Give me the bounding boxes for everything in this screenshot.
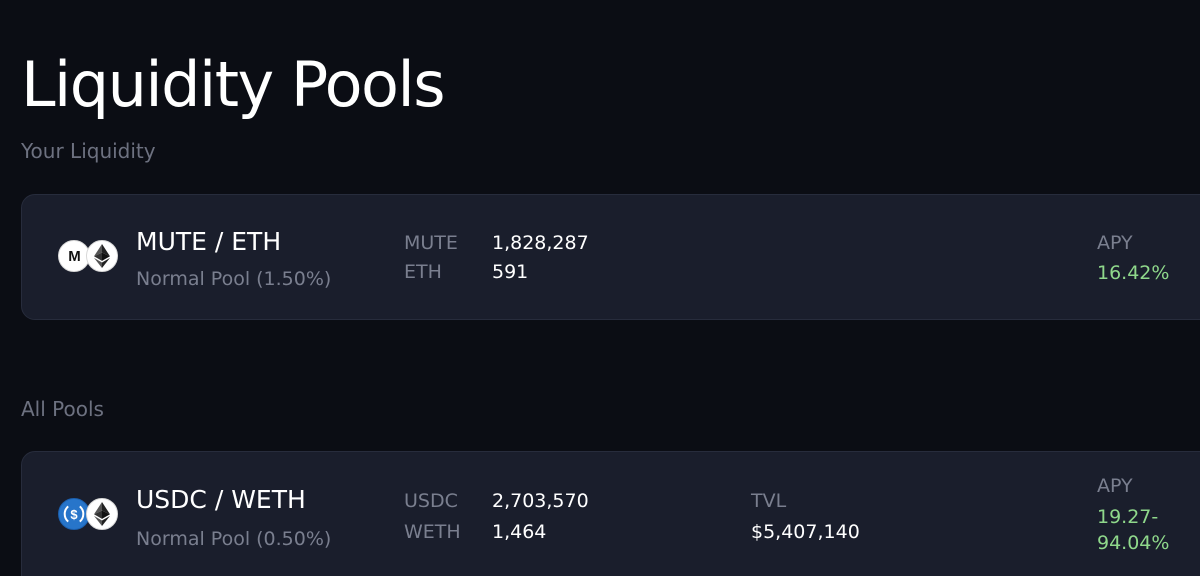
pair-token-icons: $	[58, 498, 120, 532]
apy-value: 19.27- 94.04%	[1097, 504, 1197, 556]
reserve-symbol-eth: ETH	[404, 261, 442, 283]
apy-range-low: 19.27-	[1097, 506, 1159, 528]
apy-label: APY	[1097, 475, 1133, 497]
apy-value: 16.42%	[1097, 262, 1170, 284]
apy-range-high: 94.04%	[1097, 532, 1170, 554]
your-liquidity-heading: Your Liquidity	[21, 139, 156, 163]
weth-icon	[86, 498, 118, 530]
pool-type: Normal Pool (0.50%)	[136, 528, 332, 550]
svg-text:$: $	[70, 507, 78, 522]
pair-name: USDC / WETH	[136, 485, 306, 514]
reserve-amount-mute: 1,828,287	[492, 232, 589, 254]
reserve-symbol-usdc: USDC	[404, 490, 458, 512]
apy-label: APY	[1097, 232, 1133, 254]
reserve-amount-weth: 1,464	[492, 521, 547, 543]
page-title: Liquidity Pools	[21, 48, 446, 121]
pool-type: Normal Pool (1.50%)	[136, 268, 332, 290]
tvl-label: TVL	[751, 490, 787, 512]
reserve-amount-eth: 591	[492, 261, 529, 283]
liquidity-pools-page: Liquidity Pools Your Liquidity M MUTE / …	[0, 0, 1200, 576]
pair-token-icons: M	[58, 240, 120, 274]
reserve-amount-usdc: 2,703,570	[492, 490, 589, 512]
pool-card-usdc-weth[interactable]: $ USDC / WETH Normal Pool (0.50%) USDC 2…	[21, 451, 1200, 576]
tvl-value: $5,407,140	[751, 521, 860, 543]
reserve-symbol-mute: MUTE	[404, 232, 458, 254]
all-pools-heading: All Pools	[21, 397, 104, 421]
pool-card-mute-eth[interactable]: M MUTE / ETH Normal Pool (1.50%) MUTE 1,…	[21, 194, 1200, 320]
pair-name: MUTE / ETH	[136, 227, 282, 256]
eth-icon	[86, 240, 118, 272]
reserve-symbol-weth: WETH	[404, 521, 461, 543]
